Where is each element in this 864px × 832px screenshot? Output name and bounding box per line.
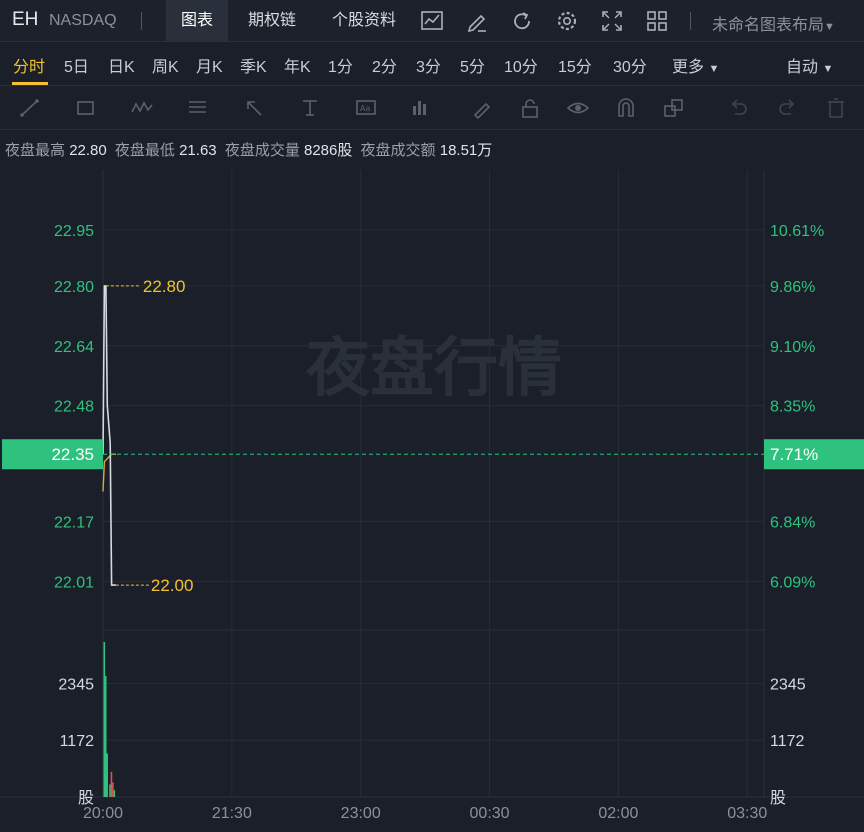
price-tick-label: 22.80 — [54, 279, 94, 296]
price-tick-label: 22.17 — [54, 515, 94, 532]
volume-bar — [112, 782, 114, 797]
pct-tick-label: 6.09% — [770, 574, 815, 591]
pct-tick-label: 9.86% — [770, 279, 815, 296]
intraday-chart[interactable]: 夜盘行情 20:00 21:30 23:00 00:30 02:00 03:30 22.95… — [0, 0, 864, 832]
volume-bar — [103, 642, 106, 797]
volume-bar — [109, 784, 111, 797]
volume-bar — [110, 771, 113, 797]
x-tick-label: 23:00 — [341, 805, 381, 822]
volume-tick-label: 2345 — [58, 676, 94, 693]
session-low-label: 22.00 — [151, 576, 194, 595]
volume-bar — [104, 675, 107, 797]
volume-bars — [103, 642, 116, 797]
pct-tick-label: 8.35% — [770, 399, 815, 416]
chart-grid — [0, 170, 864, 798]
x-tick-label: 00:30 — [470, 805, 510, 822]
pct-tick-label: 6.84% — [770, 515, 815, 532]
current-price-value: 22.35 — [51, 445, 94, 464]
price-lines — [102, 285, 116, 586]
session-high-label: 22.80 — [143, 277, 186, 296]
x-tick-label: 03:30 — [727, 805, 767, 822]
average-price-line — [102, 453, 116, 492]
pct-tick-label: 10.61% — [770, 223, 824, 240]
x-tick-label: 20:00 — [83, 805, 123, 822]
chart-axes: 20:00 21:30 23:00 00:30 02:00 03:30 22.95 10.61… — [54, 223, 824, 822]
price-tick-label: 22.95 — [54, 223, 94, 240]
x-tick-label: 21:30 — [212, 805, 252, 822]
x-tick-label: 02:00 — [598, 805, 638, 822]
volume-tick-label: 2345 — [770, 676, 806, 693]
current-pct-value: 7.71% — [770, 445, 818, 464]
price-line — [102, 285, 116, 586]
volume-tick-label: 1172 — [60, 733, 95, 750]
volume-unit-label: 股 — [78, 788, 94, 807]
watermark-text: 夜盘行情 — [305, 332, 562, 406]
volume-bar — [113, 790, 116, 797]
pct-tick-label: 9.10% — [770, 339, 815, 356]
chart-annotations: 22.35 7.71% 22.80 22.00 — [2, 277, 864, 595]
volume-tick-label: 1172 — [770, 733, 805, 750]
price-tick-label: 22.48 — [54, 399, 94, 416]
price-tick-label: 22.01 — [54, 574, 94, 591]
volume-unit-label: 股 — [770, 788, 786, 807]
volume-bar — [106, 753, 108, 797]
price-tick-label: 22.64 — [54, 339, 94, 356]
